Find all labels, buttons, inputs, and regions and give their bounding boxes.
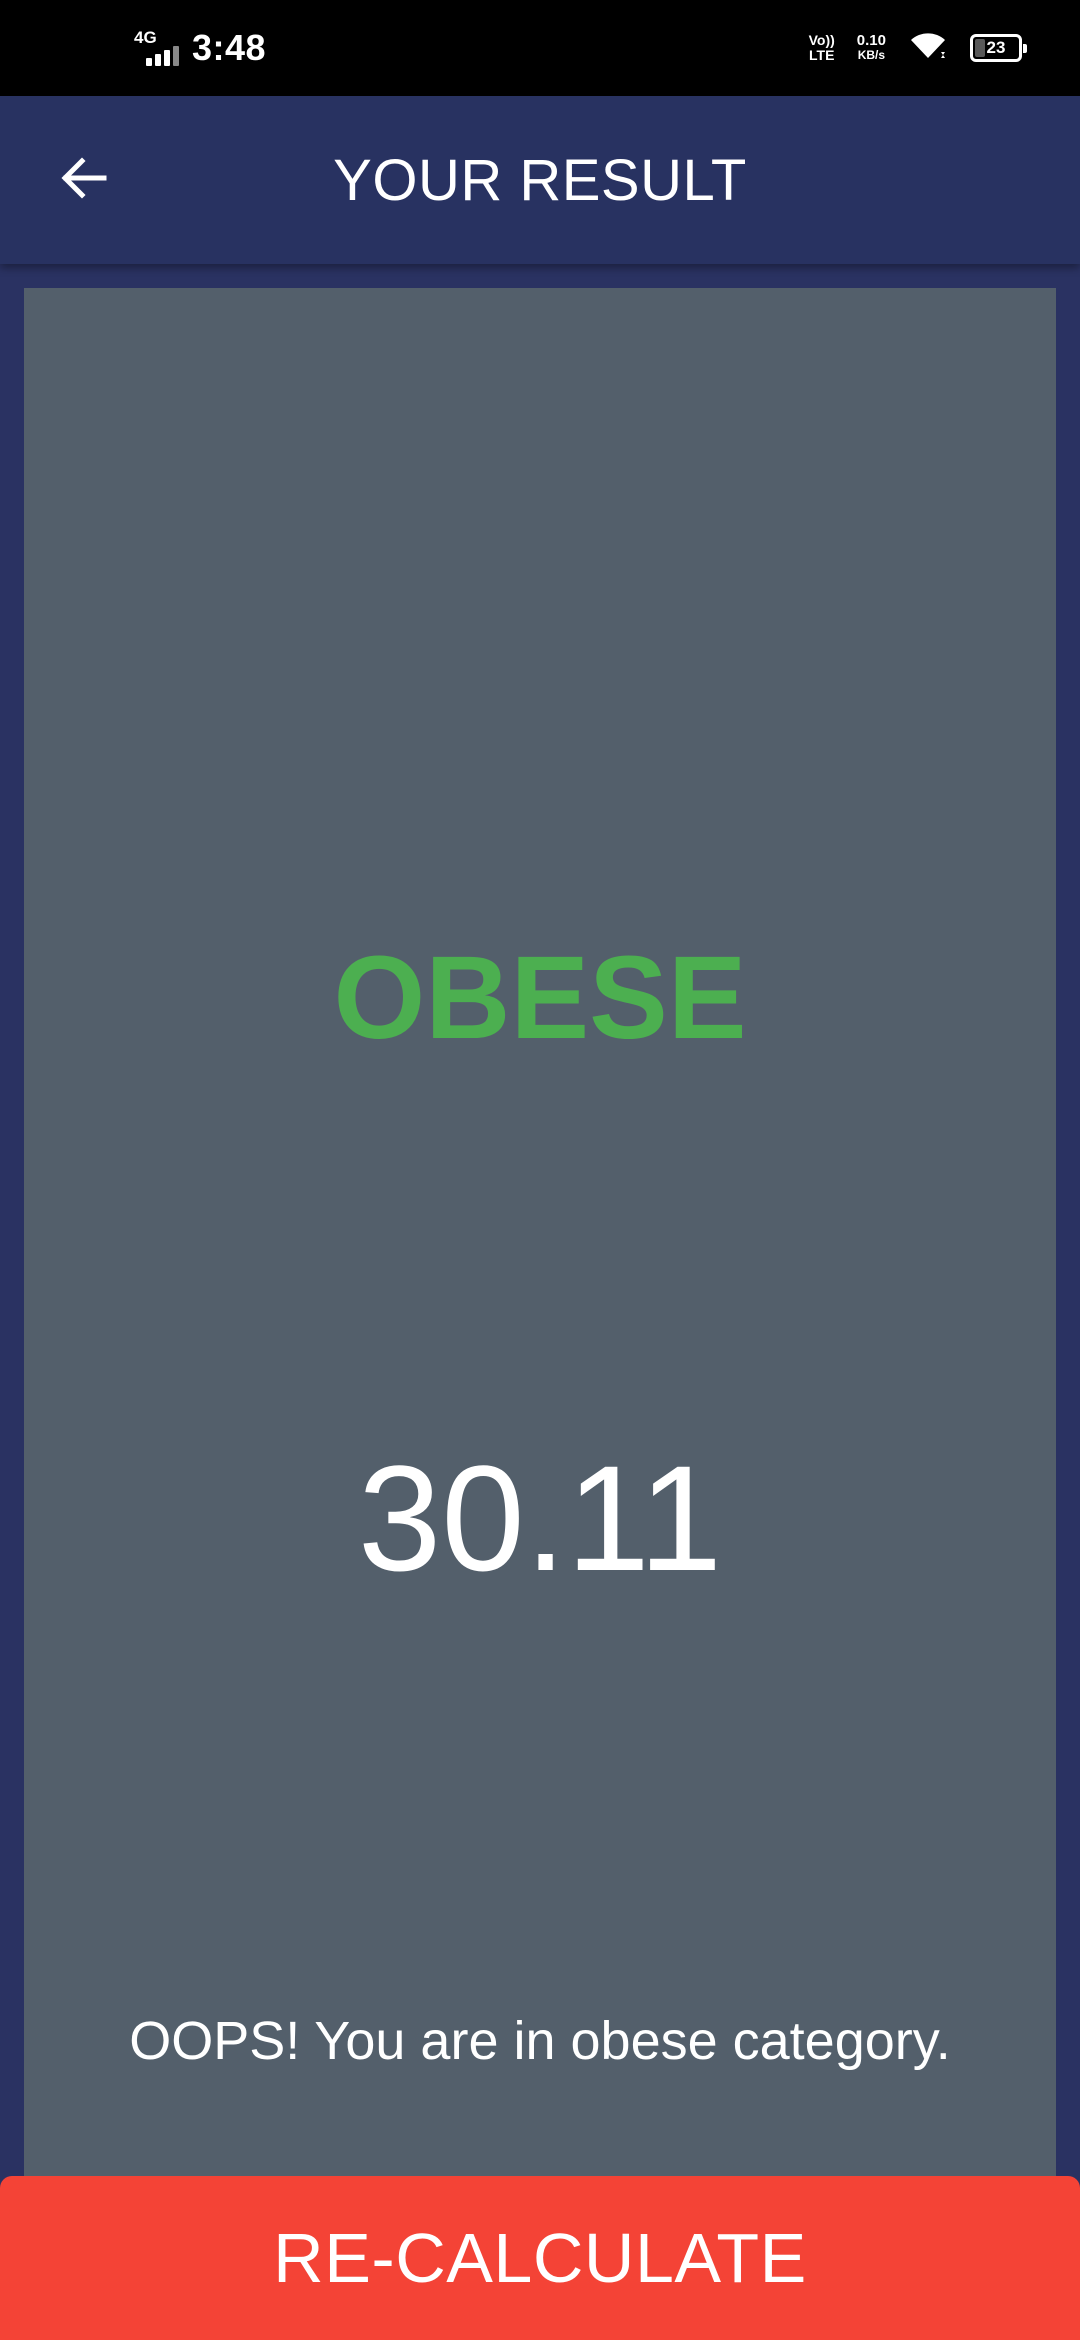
status-left: 4G 3:48 — [134, 0, 266, 96]
bmi-category-label: OBESE — [333, 932, 747, 1064]
status-bar: 4G 3:48 Vo)) LTE 0.10 KB/s 23 — [0, 0, 1080, 96]
volte-line1: Vo)) — [808, 32, 835, 48]
battery-icon: 23 — [970, 34, 1027, 62]
volte-icon: Vo)) LTE — [809, 33, 835, 63]
recalculate-button[interactable]: RE-CALCULATE — [0, 2176, 1080, 2340]
volte-line2: LTE — [809, 47, 835, 63]
result-card: OBESE 30.11 OOPS! You are in obese categ… — [24, 288, 1056, 2288]
battery-level: 23 — [986, 38, 1006, 57]
network-type: 4G — [134, 28, 157, 47]
cellular-signal-icon: 4G — [134, 26, 180, 70]
bmi-interpretation: OOPS! You are in obese category. — [129, 2011, 951, 2071]
signal-bars — [146, 46, 179, 66]
wifi-icon — [908, 30, 948, 67]
network-speed-value: 0.10 — [856, 32, 886, 49]
status-right: Vo)) LTE 0.10 KB/s 23 — [809, 0, 1027, 96]
network-speed-unit: KB/s — [857, 48, 886, 62]
page-title: YOUR RESULT — [333, 147, 747, 213]
app-bar: YOUR RESULT — [0, 96, 1080, 264]
signal-bar — [146, 58, 152, 66]
status-time: 3:48 — [192, 27, 267, 68]
battery-fill — [975, 39, 985, 57]
bmi-value: 30.11 — [357, 1434, 723, 1602]
signal-bar — [173, 46, 179, 66]
signal-bar — [164, 50, 170, 66]
signal-bar — [155, 54, 161, 66]
network-speed: 0.10 KB/s — [857, 33, 886, 63]
